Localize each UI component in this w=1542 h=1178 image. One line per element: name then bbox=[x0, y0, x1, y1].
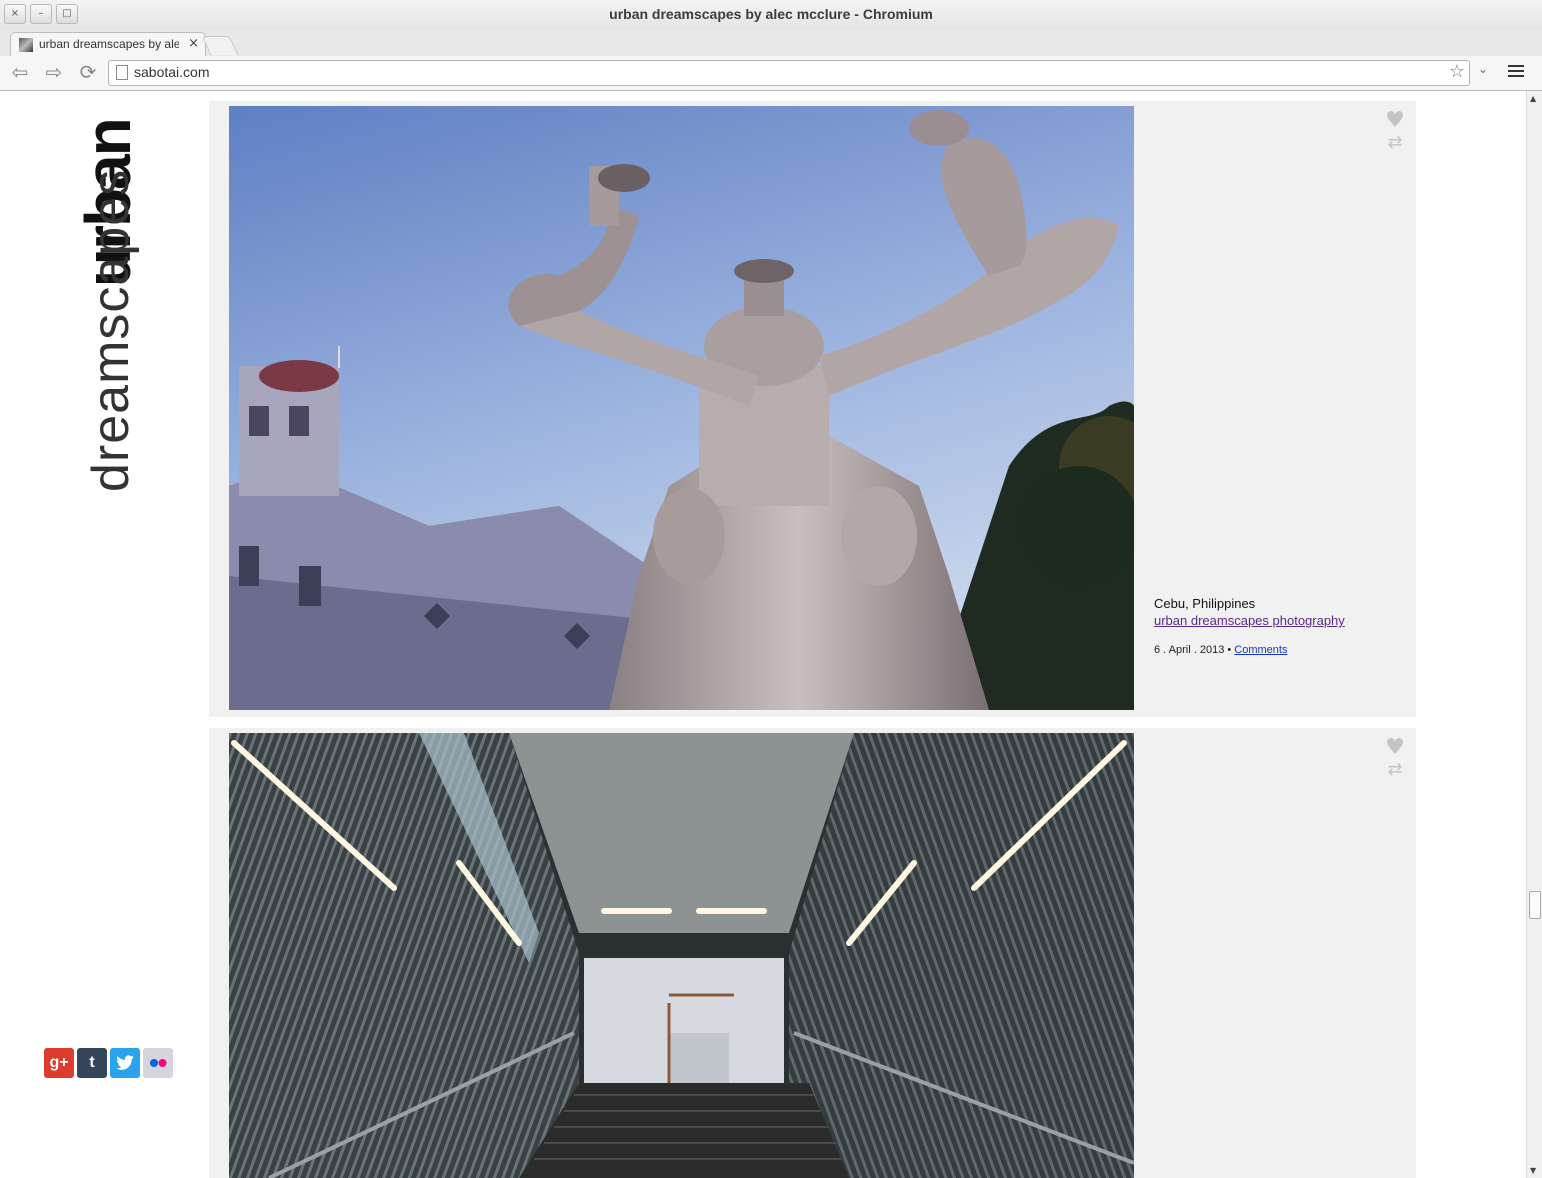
post-photo-cebu[interactable] bbox=[229, 106, 1134, 710]
reblog-icon[interactable]: ⇄ bbox=[1386, 134, 1404, 152]
back-icon[interactable]: ⇦ bbox=[8, 60, 32, 84]
post-card: ♥ ⇄ bbox=[209, 728, 1416, 1178]
site-logo[interactable]: urban dreamscapes bbox=[26, 102, 156, 492]
twitter-icon[interactable] bbox=[110, 1048, 140, 1078]
post-photo-subway-stairs[interactable] bbox=[229, 733, 1134, 1178]
tab-close-icon[interactable]: × bbox=[188, 36, 199, 51]
url-text[interactable]: sabotai.com bbox=[134, 64, 209, 80]
bookmark-star-icon[interactable]: ☆ bbox=[1449, 61, 1465, 82]
window-title: urban dreamscapes by alec mcclure - Chro… bbox=[609, 6, 933, 22]
tab-strip: urban dreamscapes by ale × bbox=[0, 30, 1542, 57]
tab-title: urban dreamscapes by ale bbox=[39, 37, 179, 51]
page-icon bbox=[116, 65, 128, 80]
logo-word-dreamscapes: dreamscapes bbox=[82, 168, 140, 492]
tumblr-icon[interactable]: t bbox=[77, 1048, 107, 1078]
tab-active[interactable]: urban dreamscapes by ale × bbox=[10, 32, 206, 57]
post-actions: ♥ ⇄ bbox=[1384, 737, 1406, 782]
post-caption: Cebu, Philippines urban dreamscapes phot… bbox=[1154, 596, 1345, 656]
scroll-down-arrow-icon[interactable]: ▼ bbox=[1530, 1166, 1536, 1175]
new-tab-button[interactable] bbox=[201, 36, 239, 55]
scroll-up-arrow-icon[interactable]: ▲ bbox=[1530, 94, 1536, 103]
google-plus-icon[interactable]: g+ bbox=[44, 1048, 74, 1078]
forward-icon[interactable]: ⇨ bbox=[42, 60, 66, 84]
menu-icon[interactable] bbox=[1508, 62, 1524, 80]
address-bar[interactable]: sabotai.com ☆ bbox=[108, 60, 1470, 86]
flickr-icon[interactable] bbox=[143, 1048, 173, 1078]
scrollbar-thumb[interactable] bbox=[1529, 891, 1541, 919]
post-meta: 6 . April . 2013 • Comments bbox=[1154, 644, 1345, 656]
favicon-icon bbox=[19, 38, 33, 52]
post-location: Cebu, Philippines bbox=[1154, 596, 1256, 611]
comments-link[interactable]: Comments bbox=[1234, 644, 1287, 656]
heart-icon[interactable]: ♥ bbox=[1384, 110, 1406, 132]
post-source-link[interactable]: urban dreamscapes photography bbox=[1154, 613, 1345, 628]
post-date: 6 . April . 2013 • bbox=[1154, 644, 1235, 656]
browser-toolbar: ⇦ ⇨ ⟳ sabotai.com ☆ ⌄ bbox=[0, 56, 1542, 91]
window-title-bar: × – □ urban dreamscapes by alec mcclure … bbox=[0, 0, 1542, 31]
reload-icon[interactable]: ⟳ bbox=[76, 60, 100, 84]
post-card: ♥ ⇄ Cebu, Philippines urban dreamscapes … bbox=[209, 101, 1416, 717]
post-actions: ♥ ⇄ bbox=[1384, 110, 1406, 155]
chevron-down-icon[interactable]: ⌄ bbox=[1478, 62, 1488, 76]
page-scrollbar[interactable]: ▲ ▼ bbox=[1526, 91, 1542, 1178]
heart-icon[interactable]: ♥ bbox=[1384, 737, 1406, 759]
reblog-icon[interactable]: ⇄ bbox=[1386, 761, 1404, 779]
